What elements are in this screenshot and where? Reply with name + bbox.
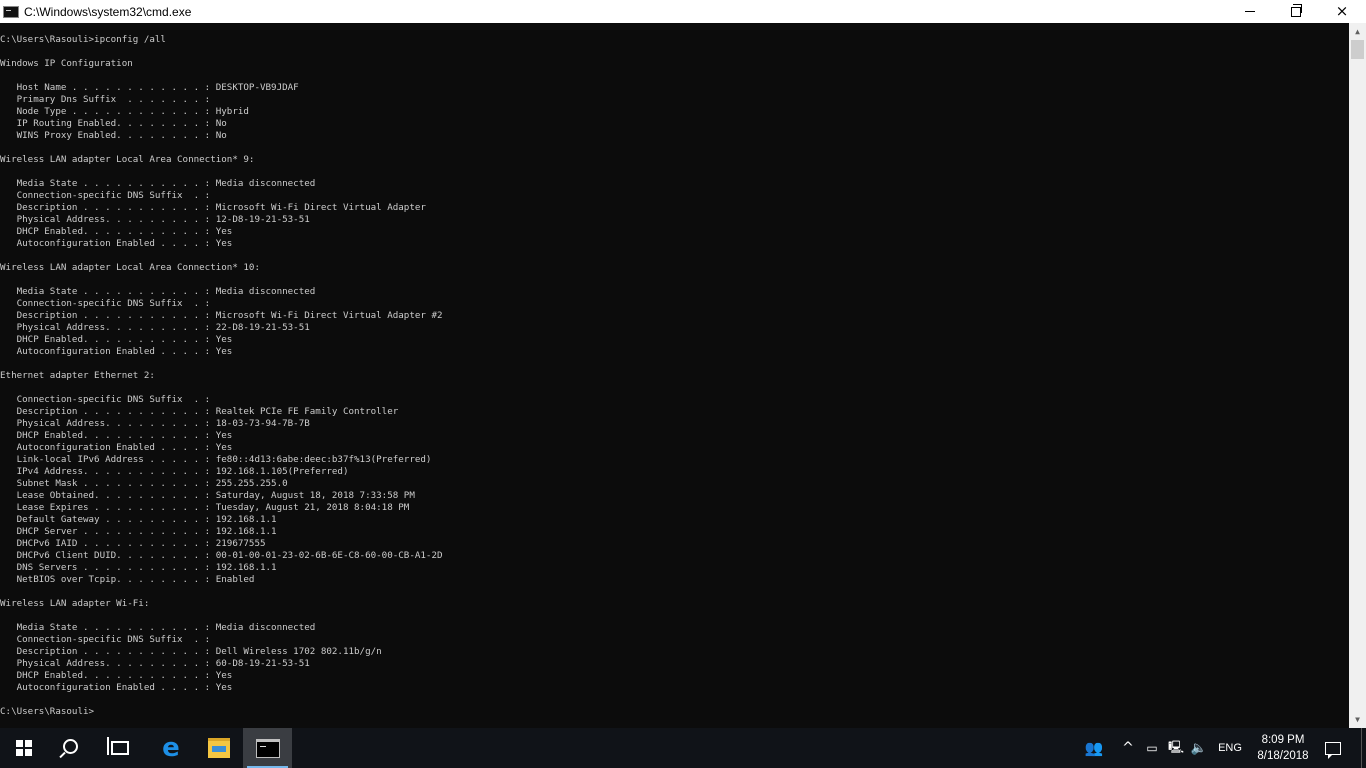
close-button[interactable]: ×	[1319, 0, 1365, 23]
notification-icon	[1325, 741, 1341, 759]
console-line: Connection-specific DNS Suffix . :	[0, 298, 211, 309]
console-line: Media State . . . . . . . . . . . : Medi…	[0, 178, 316, 189]
console-line: C:\Users\Rasouli>	[0, 706, 95, 717]
console-line: Description . . . . . . . . . . . : Micr…	[0, 310, 443, 321]
console-line: Autoconfiguration Enabled . . . . : Yes	[0, 238, 233, 249]
console-line: Description . . . . . . . . . . . : Micr…	[0, 202, 426, 213]
console-line: Primary Dns Suffix . . . . . . . :	[0, 94, 211, 105]
console-line: DHCP Enabled. . . . . . . . . . . : Yes	[0, 430, 233, 441]
start-button[interactable]	[0, 728, 48, 768]
console-line: DHCP Enabled. . . . . . . . . . . : Yes	[0, 334, 233, 345]
edge-icon: e	[162, 733, 180, 763]
console-line: Physical Address. . . . . . . . . : 18-0…	[0, 418, 310, 429]
console-line: IPv4 Address. . . . . . . . . . . : 192.…	[0, 466, 349, 477]
console-line: Subnet Mask . . . . . . . . . . . : 255.…	[0, 478, 288, 489]
language-indicator[interactable]: ENG	[1212, 728, 1248, 768]
minimize-button[interactable]	[1227, 0, 1273, 23]
console-line: Description . . . . . . . . . . . : Real…	[0, 406, 399, 417]
chevron-up-icon[interactable]: ^	[1118, 728, 1138, 768]
window-title: C:\Windows\system32\cmd.exe	[24, 4, 192, 19]
console-line: NetBIOS over Tcpip. . . . . . . . : Enab…	[0, 574, 255, 585]
console-line: DNS Servers . . . . . . . . . . . : 192.…	[0, 562, 277, 573]
cmd-icon	[3, 5, 19, 18]
battery-icon[interactable]: ▭	[1142, 728, 1162, 768]
console-line: DHCPv6 Client DUID. . . . . . . . : 00-0…	[0, 550, 443, 561]
console-line: DHCPv6 IAID . . . . . . . . . . . : 2196…	[0, 538, 266, 549]
console-line: DHCP Server . . . . . . . . . . . : 192.…	[0, 526, 277, 537]
edge-button[interactable]: e	[147, 728, 195, 768]
console-line: C:\Users\Rasouli>ipconfig /all	[0, 34, 166, 45]
show-desktop-button[interactable]	[1361, 728, 1366, 768]
people-icon[interactable]: 👥	[1082, 728, 1106, 768]
cmd-icon	[255, 738, 280, 758]
clock-date: 8/18/2018	[1257, 750, 1309, 762]
console-line: Physical Address. . . . . . . . . : 22-D…	[0, 322, 310, 333]
console-line: Wireless LAN adapter Local Area Connecti…	[0, 262, 260, 273]
scroll-thumb[interactable]	[1351, 40, 1364, 59]
console-line: WINS Proxy Enabled. . . . . . . . : No	[0, 130, 227, 141]
taskbar: e 👥 ^ ▭ 🖳 🔈 ENG 8:09 PM 8/18/2018	[0, 728, 1366, 768]
restore-icon	[1291, 3, 1302, 17]
console-line: Connection-specific DNS Suffix . :	[0, 190, 211, 201]
console-text: C:\Users\Rasouli>ipconfig /all Windows IP…	[0, 34, 443, 718]
search-button[interactable]	[48, 728, 96, 768]
console-line: Lease Obtained. . . . . . . . . . : Satu…	[0, 490, 415, 501]
console-line: Default Gateway . . . . . . . . . : 192.…	[0, 514, 277, 525]
console-line: Autoconfiguration Enabled . . . . : Yes	[0, 346, 233, 357]
title-bar[interactable]: C:\Windows\system32\cmd.exe ×	[0, 0, 1366, 23]
console-line: Autoconfiguration Enabled . . . . : Yes	[0, 682, 233, 693]
console-line: Wireless LAN adapter Local Area Connecti…	[0, 154, 255, 165]
search-icon	[63, 739, 78, 754]
console-line: DHCP Enabled. . . . . . . . . . . : Yes	[0, 670, 233, 681]
console-line: Windows IP Configuration	[0, 58, 133, 69]
volume-icon[interactable]: 🔈	[1189, 728, 1209, 768]
console-line: Host Name . . . . . . . . . . . . : DESK…	[0, 82, 299, 93]
console-line: Ethernet adapter Ethernet 2:	[0, 370, 155, 381]
minimize-icon	[1245, 11, 1255, 12]
console-output[interactable]: C:\Users\Rasouli>ipconfig /all Windows IP…	[0, 23, 1349, 728]
file-explorer-button[interactable]	[195, 728, 243, 768]
action-center-button[interactable]	[1320, 728, 1346, 768]
console-line: Connection-specific DNS Suffix . :	[0, 394, 211, 405]
console-line: Link-local IPv6 Address . . . . . : fe80…	[0, 454, 432, 465]
console-line: Autoconfiguration Enabled . . . . : Yes	[0, 442, 233, 453]
clock[interactable]: 8:09 PM 8/18/2018	[1250, 728, 1316, 768]
console-line: IP Routing Enabled. . . . . . . . : No	[0, 118, 227, 129]
cmd-taskbar-button[interactable]	[243, 728, 292, 768]
console-line: Connection-specific DNS Suffix . :	[0, 634, 211, 645]
folder-icon	[208, 738, 230, 758]
console-line: Lease Expires . . . . . . . . . . : Tues…	[0, 502, 410, 513]
console-line: Description . . . . . . . . . . . : Dell…	[0, 646, 382, 657]
task-view-icon	[107, 737, 129, 755]
vertical-scrollbar[interactable]: ▲ ▼	[1349, 23, 1366, 728]
console-line: Media State . . . . . . . . . . . : Medi…	[0, 622, 316, 633]
console-line: Physical Address. . . . . . . . . : 12-D…	[0, 214, 310, 225]
task-view-button[interactable]	[96, 728, 144, 768]
console-line: Node Type . . . . . . . . . . . . : Hybr…	[0, 106, 249, 117]
console-line: Media State . . . . . . . . . . . : Medi…	[0, 286, 316, 297]
console-line: DHCP Enabled. . . . . . . . . . . : Yes	[0, 226, 233, 237]
close-icon: ×	[1335, 2, 1349, 20]
clock-time: 8:09 PM	[1261, 734, 1305, 746]
restore-button[interactable]	[1273, 0, 1319, 23]
console-line: Physical Address. . . . . . . . . : 60-D…	[0, 658, 310, 669]
console-line: Wireless LAN adapter Wi-Fi:	[0, 598, 150, 609]
scroll-up-arrow-icon[interactable]: ▲	[1349, 23, 1366, 40]
network-icon[interactable]: 🖳	[1166, 728, 1186, 768]
windows-logo-icon	[16, 740, 32, 756]
scroll-down-arrow-icon[interactable]: ▼	[1349, 711, 1366, 728]
